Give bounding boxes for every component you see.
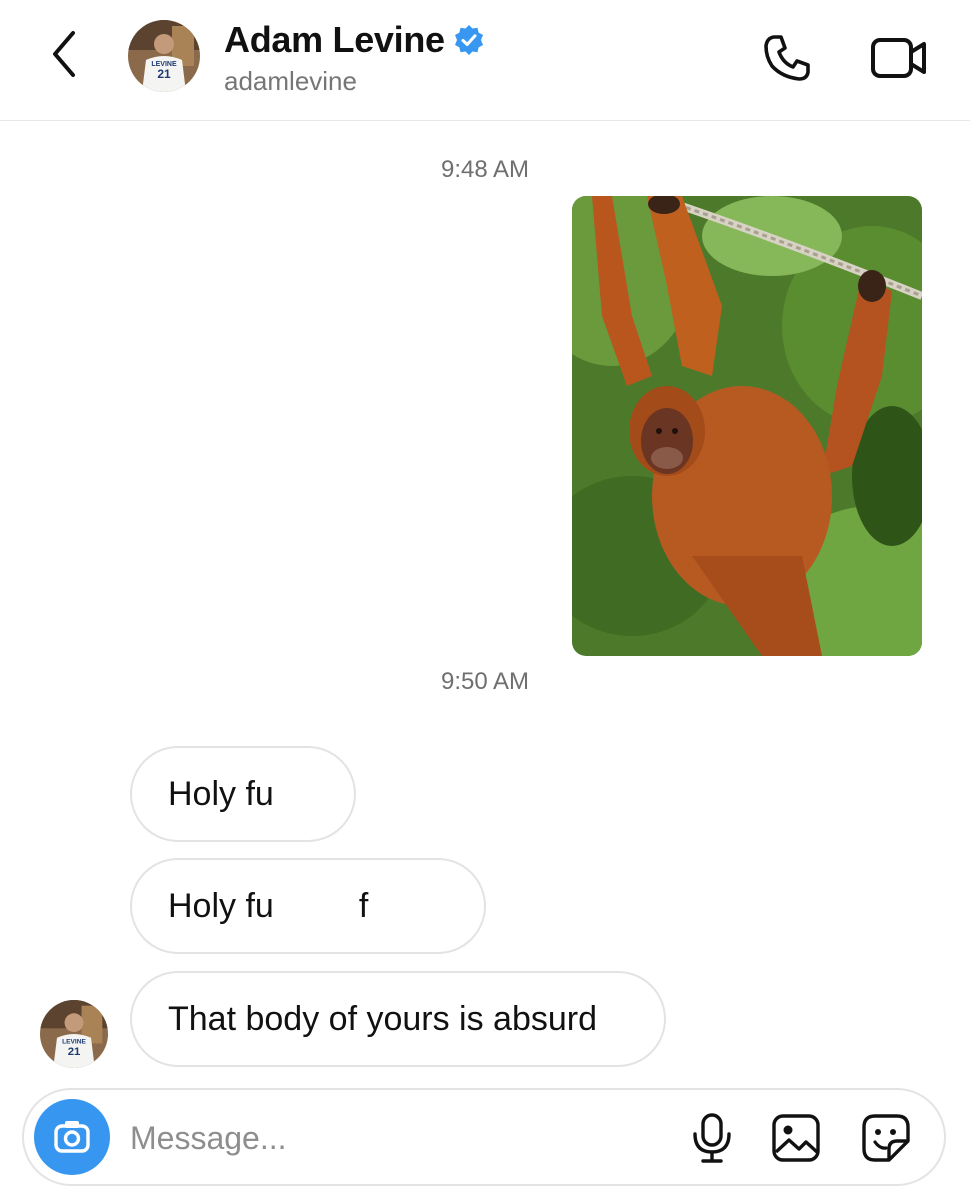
received-message-bubble[interactable]: Holy fu f <box>130 858 486 954</box>
phone-icon <box>764 35 810 81</box>
voice-message-button[interactable] <box>684 1110 740 1166</box>
svg-text:21: 21 <box>157 67 171 81</box>
video-camera-icon <box>871 38 926 78</box>
call-button[interactable] <box>758 30 816 86</box>
sender-avatar[interactable]: LEVINE 21 <box>40 1000 108 1068</box>
received-message-bubble[interactable]: Holy fu <box>130 746 356 842</box>
sticker-button[interactable] <box>858 1110 914 1166</box>
contact-name: Adam Levine <box>224 19 445 60</box>
microphone-icon <box>693 1113 731 1163</box>
contact-username: adamlevine <box>224 66 357 96</box>
camera-icon <box>54 1121 90 1153</box>
svg-text:21: 21 <box>68 1046 81 1058</box>
contact-name-row[interactable]: Adam Levine <box>224 18 485 62</box>
message-input[interactable] <box>130 1112 650 1164</box>
camera-button[interactable] <box>34 1099 110 1175</box>
message-timestamp: 9:48 AM <box>440 156 530 183</box>
avatar[interactable]: LEVINE 21 <box>128 20 200 92</box>
message-text: Holy fu f <box>168 886 369 925</box>
received-message-bubble[interactable]: That body of yours is absurd <box>130 971 666 1067</box>
back-button[interactable] <box>40 28 88 80</box>
orangutan-photo[interactable] <box>572 196 922 656</box>
chevron-left-icon <box>53 31 75 77</box>
gallery-button[interactable] <box>768 1110 824 1166</box>
verified-badge-icon <box>454 25 483 55</box>
message-text: That body of yours is absurd <box>168 999 598 1038</box>
chat-header: LEVINE 21 Adam Levine adamlevine <box>0 0 970 121</box>
image-icon <box>772 1114 820 1162</box>
video-call-button[interactable] <box>866 30 932 86</box>
message-text: Holy fu <box>168 774 274 813</box>
sticker-icon <box>862 1114 910 1162</box>
message-composer <box>22 1088 946 1186</box>
svg-text:LEVINE: LEVINE <box>62 1038 86 1045</box>
message-timestamp: 9:50 AM <box>440 668 530 695</box>
